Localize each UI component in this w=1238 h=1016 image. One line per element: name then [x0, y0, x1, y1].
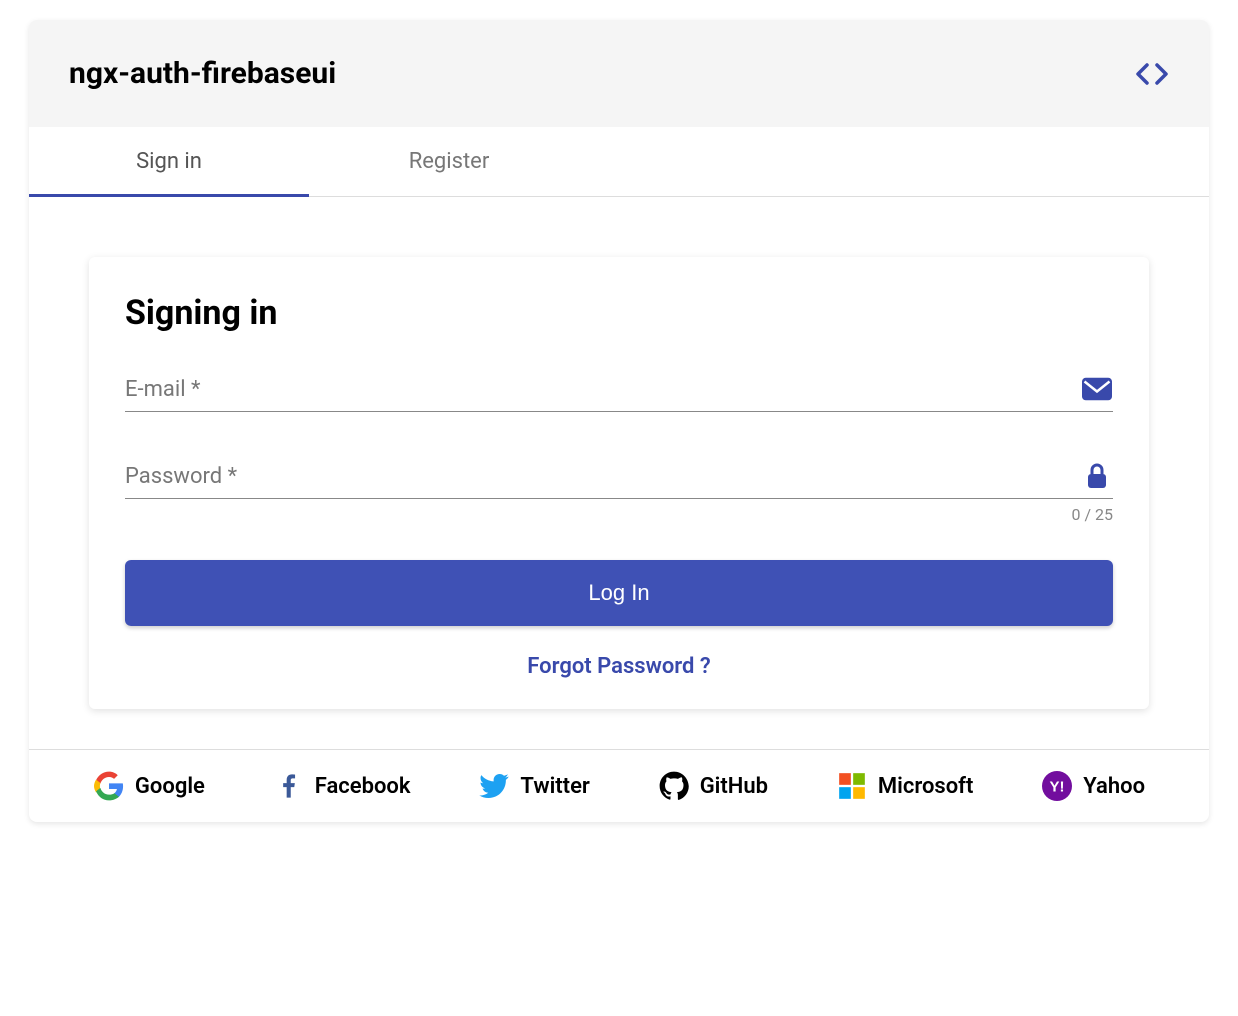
- provider-label: GitHub: [700, 774, 768, 799]
- provider-label: Google: [135, 774, 205, 799]
- panel-header: ngx-auth-firebaseui: [29, 20, 1209, 127]
- provider-label: Yahoo: [1083, 774, 1145, 799]
- panel-title: ngx-auth-firebaseui: [69, 56, 336, 91]
- forgot-password-link[interactable]: Forgot Password ?: [125, 654, 1113, 679]
- lock-icon: [1081, 460, 1113, 492]
- provider-facebook[interactable]: Facebook: [273, 770, 411, 802]
- tab-register[interactable]: Register: [309, 127, 589, 196]
- password-field[interactable]: Password *: [125, 460, 1113, 499]
- tab-label: Register: [409, 149, 490, 174]
- email-field-wrapper: E-mail *: [125, 373, 1113, 412]
- google-icon: [93, 770, 125, 802]
- provider-github[interactable]: GitHub: [658, 770, 768, 802]
- yahoo-icon: Y!: [1041, 770, 1073, 802]
- code-toggle-button[interactable]: [1135, 62, 1169, 86]
- form-container: Signing in E-mail * Password * 0 / 25: [29, 197, 1209, 749]
- provider-google[interactable]: Google: [93, 770, 205, 802]
- password-counter: 0 / 25: [125, 505, 1113, 524]
- password-field-wrapper: Password * 0 / 25: [125, 460, 1113, 524]
- github-icon: [658, 770, 690, 802]
- email-label: E-mail *: [125, 377, 1081, 402]
- provider-label: Microsoft: [878, 774, 973, 799]
- svg-text:Y!: Y!: [1050, 779, 1065, 796]
- login-button[interactable]: Log In: [125, 560, 1113, 626]
- email-icon: [1081, 373, 1113, 405]
- tab-label: Sign in: [136, 149, 202, 174]
- facebook-icon: [273, 770, 305, 802]
- demo-panel: ngx-auth-firebaseui Sign in Register Sig…: [29, 20, 1209, 822]
- provider-yahoo[interactable]: Y! Yahoo: [1041, 770, 1145, 802]
- microsoft-icon: [836, 770, 868, 802]
- code-angle-icon: [1135, 62, 1169, 86]
- provider-microsoft[interactable]: Microsoft: [836, 770, 973, 802]
- signin-card: Signing in E-mail * Password * 0 / 25: [89, 257, 1149, 709]
- twitter-icon: [478, 770, 510, 802]
- card-title: Signing in: [125, 293, 1113, 333]
- email-field[interactable]: E-mail *: [125, 373, 1113, 412]
- provider-label: Facebook: [315, 774, 411, 799]
- tab-sign-in[interactable]: Sign in: [29, 127, 309, 196]
- password-label: Password *: [125, 464, 1081, 489]
- auth-providers-bar: Google Facebook Twitter GitHub: [29, 749, 1209, 822]
- provider-twitter[interactable]: Twitter: [478, 770, 589, 802]
- auth-tabs: Sign in Register: [29, 127, 1209, 197]
- provider-label: Twitter: [520, 774, 589, 799]
